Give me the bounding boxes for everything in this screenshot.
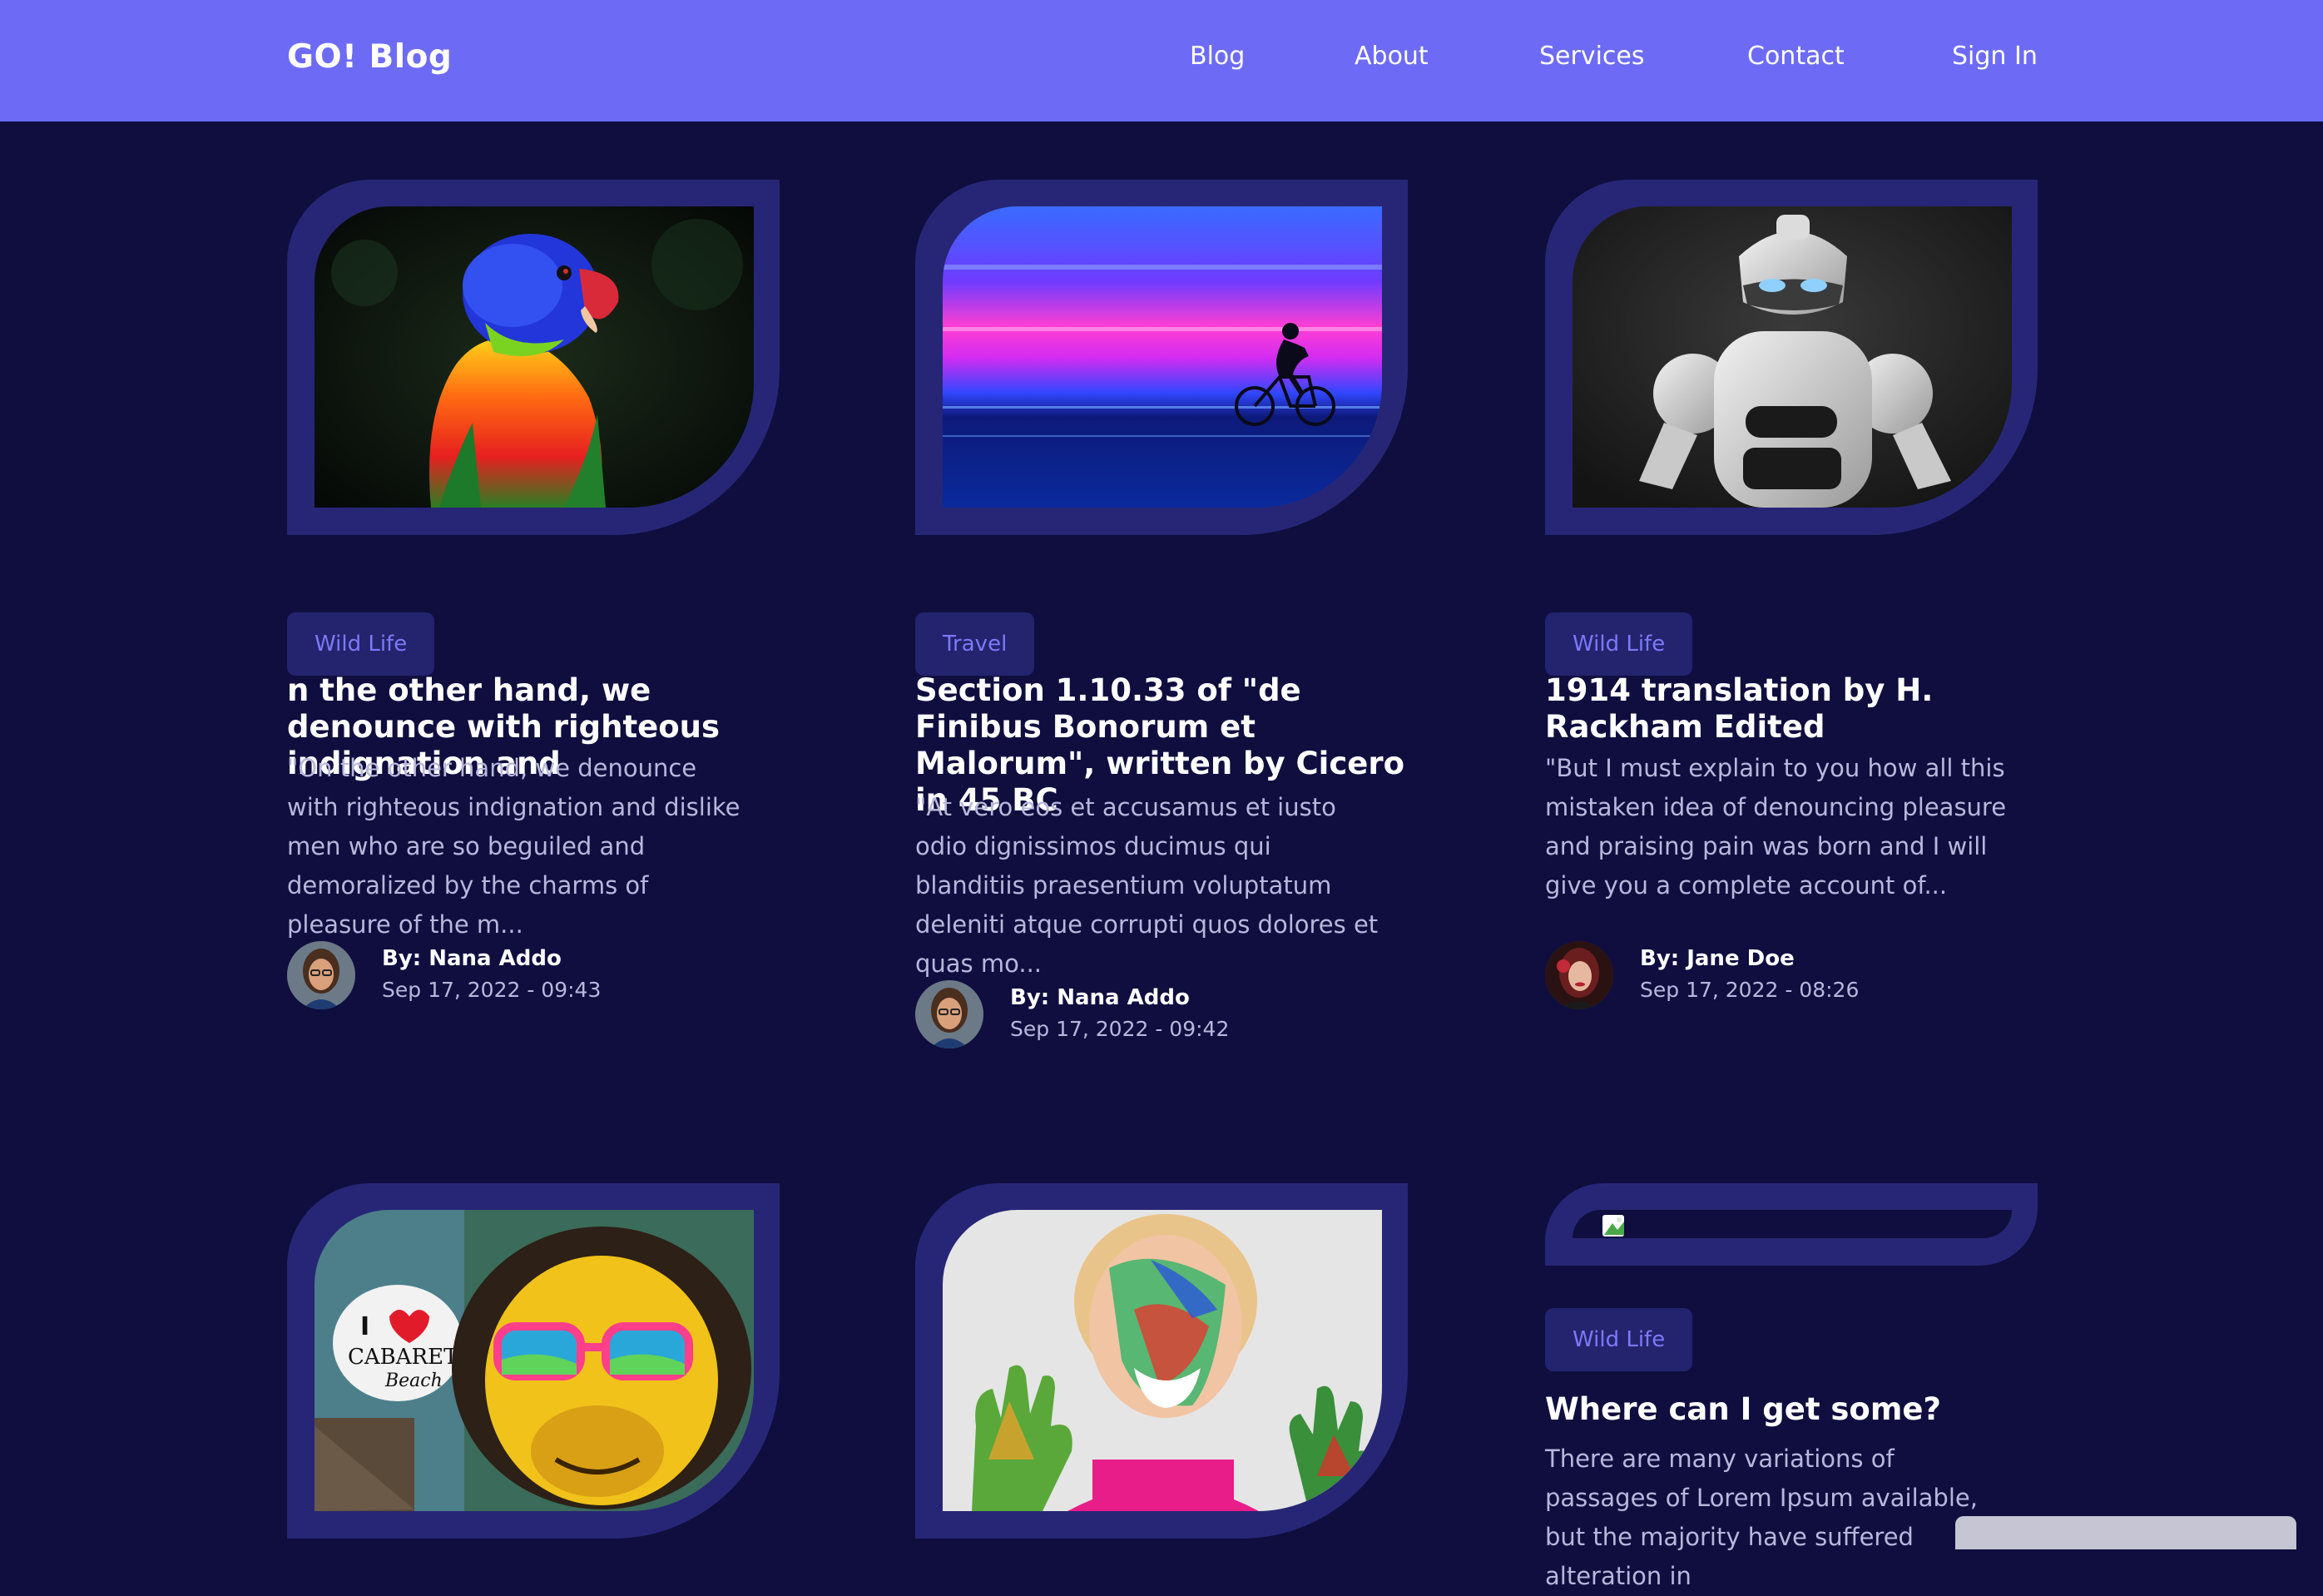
post-card[interactable] [915, 1183, 1414, 1539]
post-card[interactable]: Travel Section 1.10.33 of "de Finibus Bo… [915, 180, 1414, 1053]
post-excerpt: "On the other hand, we denounce with rig… [287, 754, 740, 939]
post-title[interactable]: Where can I get some? [1545, 1391, 2044, 1428]
post-title[interactable]: 1914 translation by H. Rackham Edited [1545, 672, 2044, 746]
author-name[interactable]: By: Nana Addo [1010, 985, 1190, 1010]
category-tag[interactable]: Wild Life [287, 612, 435, 676]
brand-logo[interactable]: GO! Blog [287, 38, 452, 76]
post-image-frame [915, 1183, 1408, 1539]
post-card[interactable]: Wild Life Where can I get some? There ar… [1545, 1183, 2044, 1590]
floating-widget[interactable] [1955, 1516, 2296, 1549]
monkey-graffiti-photo[interactable]: I CABARETE Beach [315, 1210, 754, 1511]
post-image-placeholder[interactable] [1573, 1210, 2012, 1238]
post-image-frame: I CABARETE Beach [287, 1183, 780, 1539]
post-card[interactable]: Wild Life n the other hand, we denounce … [287, 180, 786, 1012]
nav-link-blog[interactable]: Blog [1190, 42, 1245, 71]
rainbow-lorikeet-photo[interactable] [315, 206, 754, 508]
nav-link-sign-in[interactable]: Sign In [1952, 42, 2038, 71]
avatar[interactable] [1545, 941, 1613, 1009]
svg-text:Beach: Beach [384, 1370, 443, 1391]
post-author: By: Nana Addo Sep 17, 2022 - 09:42 [915, 980, 1414, 1055]
category-tag[interactable]: Wild Life [1545, 612, 1693, 676]
avatar[interactable] [287, 941, 355, 1009]
top-navigation-bar: GO! Blog Blog About Services Contact Sig… [0, 0, 2323, 121]
post-excerpt: There are many variations of passages of… [1545, 1445, 1978, 1590]
post-author: By: Jane Doe Sep 17, 2022 - 08:26 [1545, 941, 2044, 1016]
post-date: Sep 17, 2022 - 08:26 [1640, 978, 1860, 1002]
svg-text:I: I [360, 1312, 369, 1341]
post-card[interactable]: Wild Life 1914 translation by H. Rackham… [1545, 180, 2044, 1012]
nav-link-services[interactable]: Services [1539, 42, 1645, 71]
author-name[interactable]: By: Nana Addo [382, 946, 562, 971]
post-date: Sep 17, 2022 - 09:43 [382, 978, 602, 1002]
painted-child-photo[interactable] [943, 1210, 1382, 1511]
post-image-frame [915, 180, 1408, 535]
post-author: By: Nana Addo Sep 17, 2022 - 09:43 [287, 941, 786, 1016]
cyclist-neon-blur-photo[interactable] [943, 206, 1382, 508]
post-image-frame [287, 180, 780, 535]
white-robot-photo[interactable] [1573, 206, 2012, 508]
nav-link-contact[interactable]: Contact [1747, 42, 1845, 71]
post-date: Sep 17, 2022 - 09:42 [1010, 1017, 1230, 1041]
avatar[interactable] [915, 980, 983, 1048]
post-excerpt: "But I must explain to you how all this … [1545, 754, 2007, 900]
post-card[interactable]: I CABARETE Beach [287, 1183, 786, 1539]
author-name[interactable]: By: Jane Doe [1640, 946, 1795, 971]
category-tag[interactable]: Travel [915, 612, 1035, 676]
post-image-frame [1545, 180, 2038, 535]
nav-link-about[interactable]: About [1355, 42, 1429, 71]
broken-image-icon [1602, 1215, 1624, 1237]
post-excerpt: "At vero eos et accusamus et iusto odio … [915, 793, 1379, 978]
post-image-frame [1545, 1183, 2038, 1266]
category-tag[interactable]: Wild Life [1545, 1308, 1693, 1371]
